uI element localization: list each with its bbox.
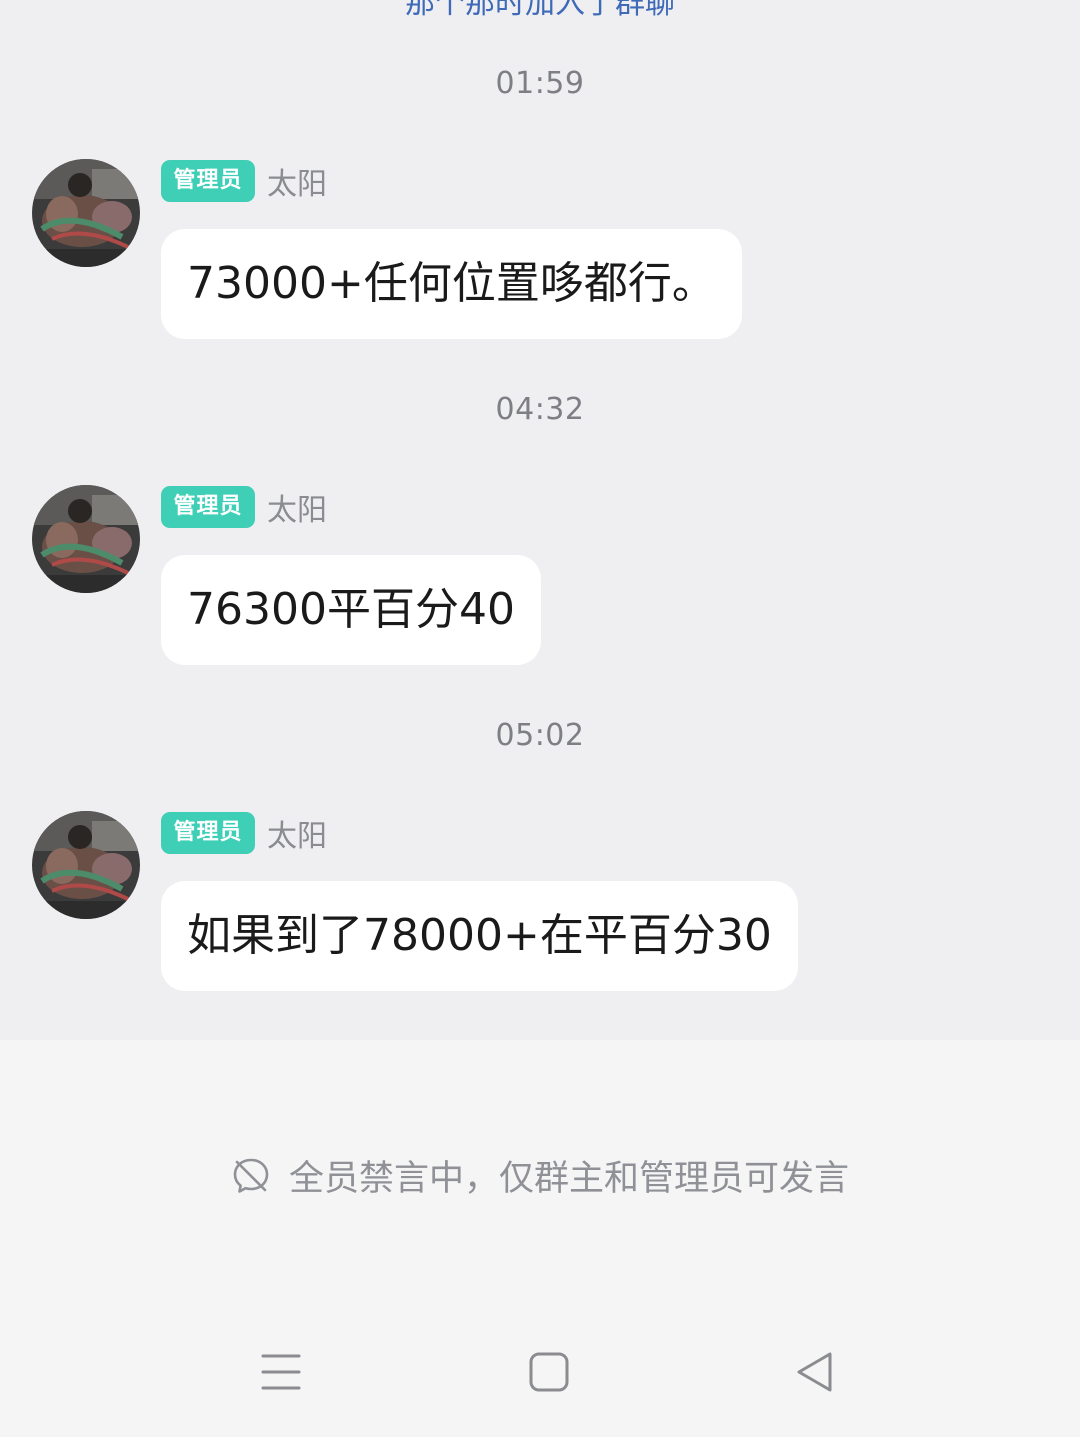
menu-icon[interactable] — [251, 1342, 311, 1402]
avatar[interactable] — [32, 485, 140, 593]
system-nav-bar — [0, 1330, 1080, 1414]
chat-area[interactable]: 那个那时加入了群聊 01:59 管理员 太阳 73000+任何位置哆都行。 04… — [0, 0, 1080, 1040]
admin-badge: 管理员 — [161, 160, 255, 202]
muted-chat-icon — [233, 1158, 269, 1193]
input-area-footer: 全员禁言中，仅群主和管理员可发言 — [0, 1040, 1080, 1437]
sender-line: 管理员 太阳 — [161, 486, 327, 528]
mute-notice-text: 全员禁言中，仅群主和管理员可发言 — [288, 1159, 849, 1199]
sender-line: 管理员 太阳 — [161, 160, 327, 202]
avatar[interactable] — [32, 811, 140, 919]
timestamp: 05:02 — [495, 718, 585, 753]
avatar[interactable] — [32, 159, 140, 267]
admin-badge: 管理员 — [161, 486, 255, 528]
sender-line: 管理员 太阳 — [161, 812, 327, 854]
back-triangle-icon[interactable] — [786, 1342, 846, 1402]
sender-name[interactable]: 太阳 — [267, 485, 327, 529]
timestamp: 01:59 — [495, 66, 585, 101]
mute-notice: 全员禁言中，仅群主和管理员可发言 — [0, 1150, 1080, 1201]
message-bubble[interactable]: 73000+任何位置哆都行。 — [161, 229, 742, 339]
system-notice: 那个那时加入了群聊 — [405, 0, 675, 21]
home-square-icon[interactable] — [519, 1342, 579, 1402]
sender-name[interactable]: 太阳 — [267, 811, 327, 855]
timestamp: 04:32 — [495, 392, 585, 427]
message-bubble[interactable]: 如果到了78000+在平百分30 — [161, 881, 798, 991]
admin-badge: 管理员 — [161, 812, 255, 854]
message-bubble[interactable]: 76300平百分40 — [161, 555, 541, 665]
sender-name[interactable]: 太阳 — [267, 159, 327, 203]
